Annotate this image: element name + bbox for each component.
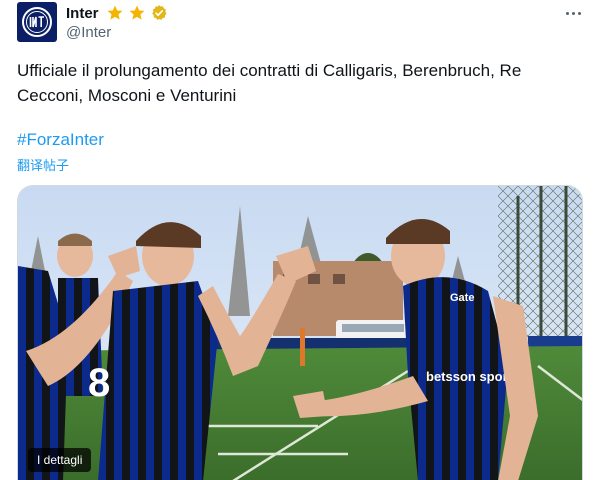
translate-post-link[interactable]: 翻译帖子 xyxy=(17,155,69,174)
jersey-sponsor: betsson sport xyxy=(426,369,513,384)
tweet: Inter @Inter Ufficiale il prolungamento … xyxy=(0,0,602,480)
author-name-row: Inter xyxy=(66,3,168,23)
inter-logo-icon xyxy=(22,7,52,37)
media-details-button[interactable]: I dettagli xyxy=(28,448,92,472)
author-display-name[interactable]: Inter xyxy=(66,5,99,22)
hashtag-link[interactable]: #ForzaInter xyxy=(17,130,104,150)
jersey-number: 8 xyxy=(88,361,110,405)
more-dots-icon xyxy=(565,11,569,15)
more-options-button[interactable] xyxy=(562,4,584,22)
star-icon xyxy=(106,4,124,22)
tweet-text: Ufficiale il prolungamento dei contratti… xyxy=(17,61,522,105)
jersey-sponsor-2: Gate xyxy=(450,292,474,304)
star-icon xyxy=(128,4,146,22)
avatar[interactable] xyxy=(17,2,57,42)
author-handle[interactable]: @Inter xyxy=(66,24,111,41)
verified-icon[interactable] xyxy=(150,4,168,22)
tweet-photo[interactable]: 8 betsson sport Gate xyxy=(17,185,583,480)
